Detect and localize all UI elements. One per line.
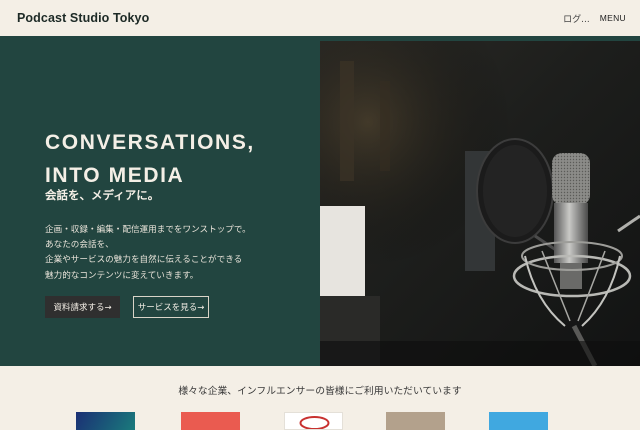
client-logo-3[interactable] bbox=[284, 412, 343, 430]
hero-description-line: 企画・収録・編集・配信運用までをワンストップで。 bbox=[45, 225, 251, 235]
client-logo-5[interactable] bbox=[489, 412, 548, 430]
clients-section: 様々な企業、インフルエンサーの皆様にご利用いただいています bbox=[0, 366, 640, 430]
hero-text-panel: CONVERSATIONS, INTO MEDIA 会話を、メディアに。 企画・… bbox=[0, 36, 320, 366]
clients-heading: 様々な企業、インフルエンサーの皆様にご利用いただいています bbox=[178, 386, 462, 397]
request-materials-button[interactable]: 資料請求する→ bbox=[45, 296, 120, 318]
hero-description-line: 魅力的なコンテンツに変えていきます。 bbox=[45, 270, 199, 281]
client-logo-1[interactable] bbox=[76, 412, 135, 430]
hero-description-line: 企業やサービスの魅力を自然に伝えることができる bbox=[45, 255, 243, 266]
hero-headline-line-2: INTO MEDIA bbox=[45, 164, 185, 187]
hero-headline-line-1: CONVERSATIONS, bbox=[45, 131, 255, 154]
brand-logo[interactable]: Podcast Studio Tokyo bbox=[17, 11, 149, 25]
site-header: Podcast Studio Tokyo ログ... MENU bbox=[0, 0, 640, 36]
hero-headline: CONVERSATIONS, INTO MEDIA bbox=[45, 126, 255, 192]
view-services-button[interactable]: サービスを見る→ bbox=[133, 296, 209, 318]
hero-description: 企画・収録・編集・配信運用までをワンストップで。 あなたの会話を、 企業やサービ… bbox=[45, 223, 251, 284]
client-logo-4[interactable] bbox=[386, 412, 445, 430]
hero-subhead: 会話を、メディアに。 bbox=[45, 188, 160, 202]
hero-section: CONVERSATIONS, INTO MEDIA 会話を、メディアに。 企画・… bbox=[0, 36, 640, 366]
login-link[interactable]: ログ... bbox=[563, 12, 590, 25]
hero-description-line: あなたの会話を、 bbox=[45, 240, 114, 251]
header-nav: ログ... MENU bbox=[563, 12, 626, 25]
menu-button[interactable]: MENU bbox=[600, 13, 626, 23]
studio-microphone-photo bbox=[320, 41, 640, 366]
client-logo-2[interactable] bbox=[181, 412, 240, 430]
